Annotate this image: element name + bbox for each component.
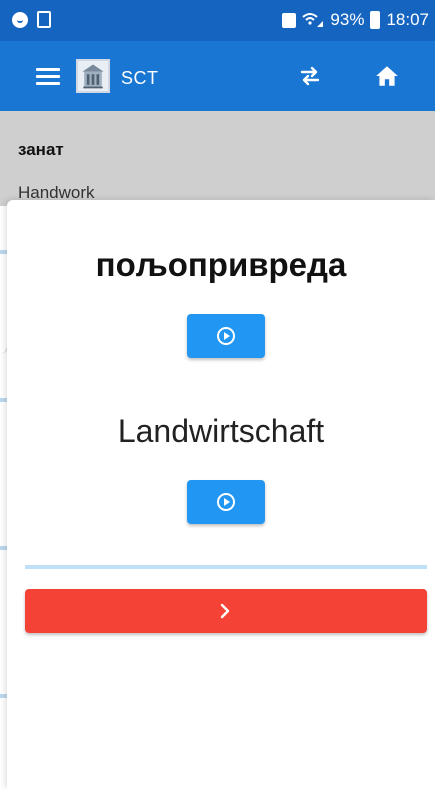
battery-icon: [370, 11, 381, 29]
source-word: пољопривреда: [95, 246, 347, 283]
play-source-button[interactable]: [187, 314, 265, 358]
home-icon[interactable]: [374, 63, 400, 89]
app-title: SCT: [121, 68, 159, 88]
word-card-panel: пољопривреда Landwirtschaft: [7, 200, 435, 789]
chevron-right-icon: [220, 603, 230, 619]
next-button[interactable]: [25, 589, 427, 633]
app-logo: [76, 59, 110, 93]
wifi-signal-icon: [302, 13, 324, 27]
play-target-button[interactable]: [187, 480, 265, 524]
background-header: занат Handwork: [0, 111, 435, 206]
notification-circle-icon: [12, 11, 28, 28]
clock: 18:07: [386, 10, 429, 29]
document-icon: [37, 11, 51, 28]
background-title: занат: [18, 140, 64, 159]
status-left: [12, 11, 51, 28]
logo-building-icon: [82, 64, 104, 89]
status-bar: 93% 18:07: [0, 0, 435, 41]
app-bar: SCT: [0, 41, 435, 111]
status-right: 93% 18:07: [282, 10, 429, 30]
play-icon: [217, 493, 235, 511]
lock-icon: [282, 12, 297, 28]
progress-divider: [25, 565, 427, 569]
target-word: Landwirtschaft: [117, 413, 325, 449]
screen: 93% 18:07 SCT занат Handwork пољопривред…: [0, 0, 435, 789]
play-icon: [217, 327, 235, 345]
menu-icon[interactable]: [36, 68, 60, 86]
swap-icon[interactable]: [298, 64, 322, 88]
battery-percent: 93%: [330, 10, 365, 29]
